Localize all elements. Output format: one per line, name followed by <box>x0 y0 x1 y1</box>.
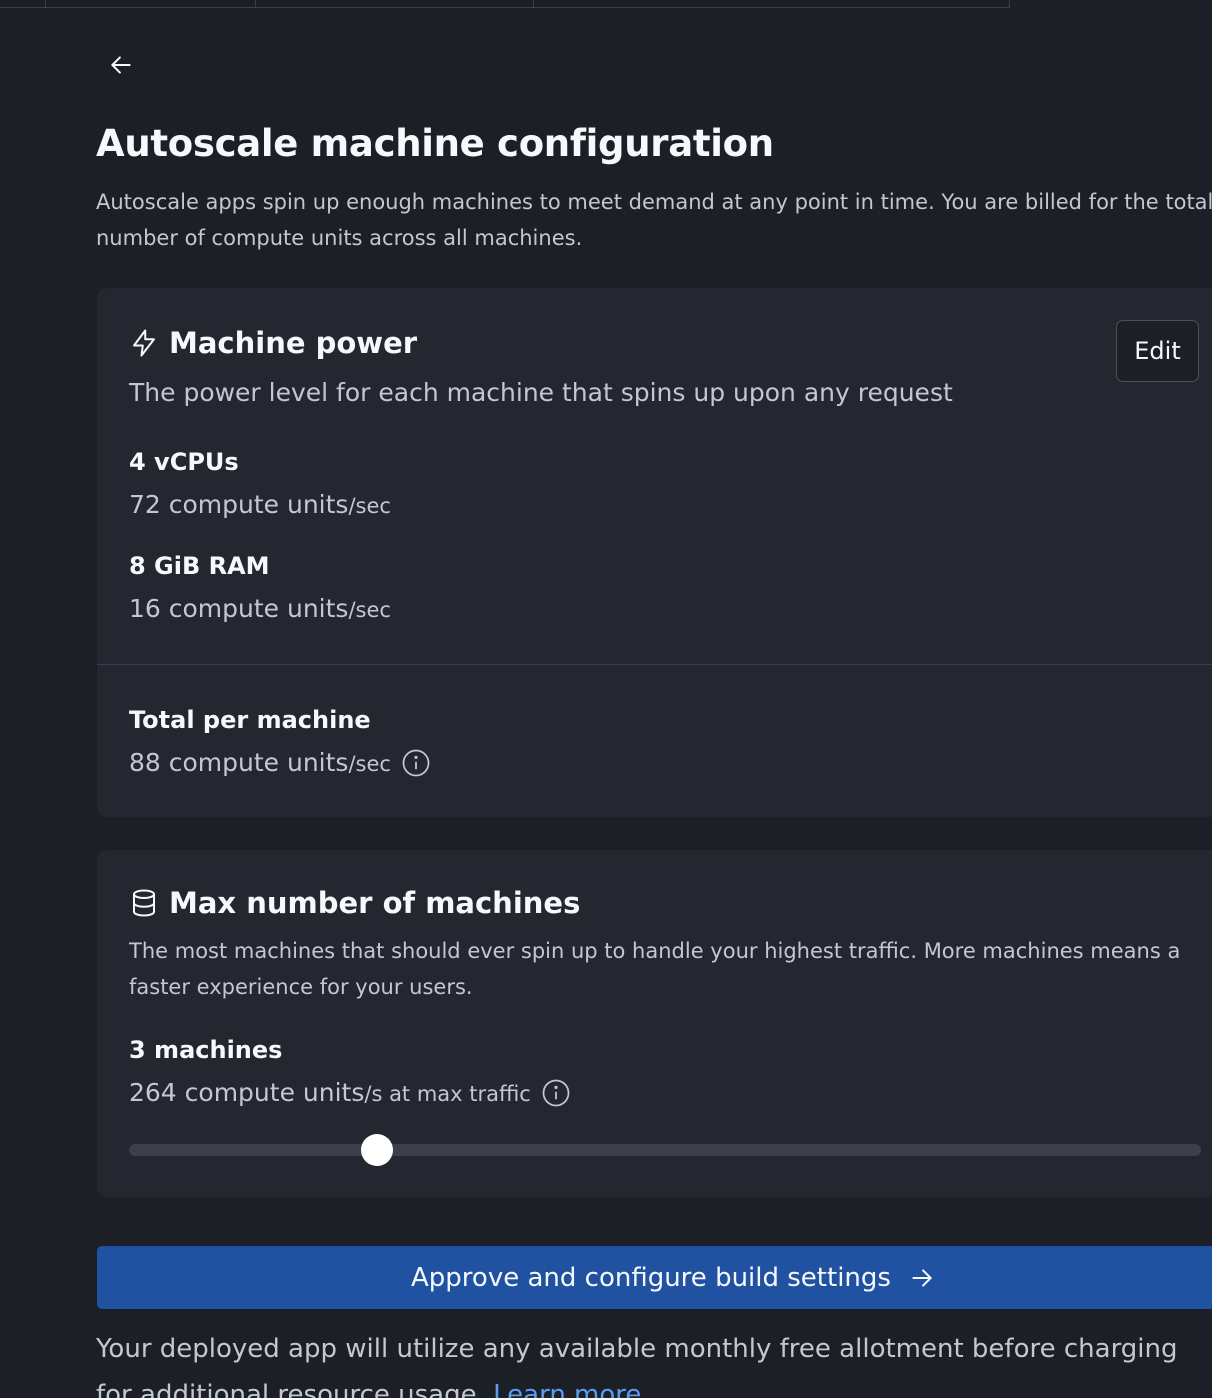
top-tab-strip <box>0 0 1010 8</box>
learn-more-link[interactable]: Learn more <box>493 1380 641 1398</box>
max-machines-heading: Max number of machines <box>129 886 580 920</box>
back-button[interactable] <box>104 48 138 82</box>
max-traffic-value: 264 compute units <box>129 1078 365 1107</box>
page-title: Autoscale machine configuration <box>96 122 774 165</box>
cpu-unit: /sec <box>348 494 391 518</box>
tab-divider <box>533 0 534 7</box>
info-icon[interactable] <box>401 748 431 778</box>
arrow-right-icon <box>912 1268 932 1287</box>
info-icon[interactable] <box>541 1078 571 1108</box>
machine-power-subtitle: The power level for each machine that sp… <box>129 378 953 407</box>
cpu-value: 72 compute units <box>129 490 349 519</box>
footer-note: Your deployed app will utilize any avail… <box>96 1326 1196 1398</box>
page-description: Autoscale apps spin up enough machines t… <box>96 190 1212 250</box>
cpu-label: 4 vCPUs <box>129 448 239 476</box>
cpu-compute-units: 72 compute units /sec <box>129 490 391 519</box>
arrow-left-icon <box>111 56 131 74</box>
approve-configure-label: Approve and configure build settings <box>411 1262 891 1293</box>
autoscale-config-page: Autoscale machine configuration Autoscal… <box>0 0 1212 1398</box>
ram-label: 8 GiB RAM <box>129 552 270 580</box>
approve-configure-button[interactable]: Approve and configure build settings <box>97 1246 1212 1309</box>
tab-divider <box>255 0 256 7</box>
card-divider <box>97 664 1212 665</box>
max-machines-card: Max number of machines The most machines… <box>97 850 1212 1197</box>
total-label: Total per machine <box>129 706 371 734</box>
slider-thumb[interactable] <box>360 1134 393 1166</box>
approve-configure-button-content: Approve and configure build settings <box>411 1246 935 1309</box>
ram-compute-units: 16 compute units /sec <box>129 594 391 623</box>
machine-power-card: Machine power Edit The power level for e… <box>97 288 1212 817</box>
machine-power-heading: Machine power <box>129 326 417 360</box>
total-compute-units: 88 compute units /sec <box>129 748 431 778</box>
ram-unit: /sec <box>348 598 391 622</box>
max-traffic-compute-units: 264 compute units /s at max traffic <box>129 1078 571 1108</box>
total-unit: /sec <box>348 752 391 776</box>
tab-divider <box>1009 0 1010 7</box>
edit-button[interactable]: Edit <box>1116 320 1199 382</box>
machines-slider[interactable] <box>129 1134 1201 1166</box>
database-icon <box>133 889 155 917</box>
lightning-icon <box>133 329 155 357</box>
total-value: 88 compute units <box>129 748 349 777</box>
max-machines-subtitle: The most machines that should ever spin … <box>129 939 1181 999</box>
max-traffic-unit: /s at max traffic <box>364 1082 531 1106</box>
max-machines-title: Max number of machines <box>169 886 581 920</box>
ram-value: 16 compute units <box>129 594 349 623</box>
tab-divider <box>45 0 46 7</box>
machine-count-label: 3 machines <box>129 1036 283 1064</box>
machine-power-title: Machine power <box>169 326 418 360</box>
